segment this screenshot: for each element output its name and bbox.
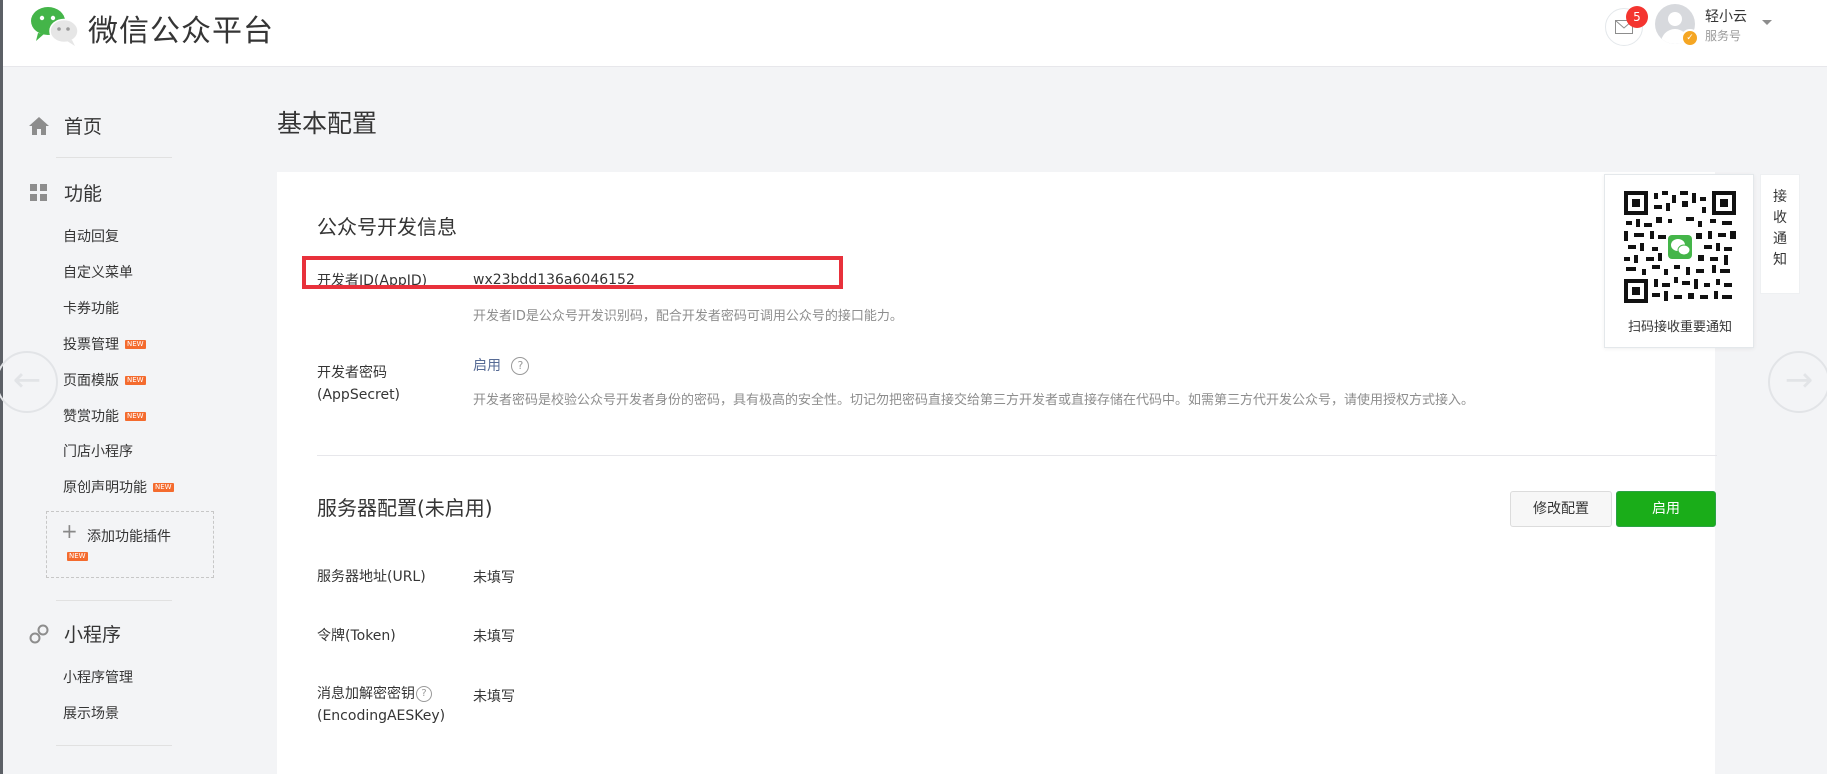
sidebar-item-cards[interactable]: 卡券功能 bbox=[63, 298, 119, 318]
sidebar-divider bbox=[56, 157, 172, 158]
unread-count-badge: 5 bbox=[1626, 6, 1648, 28]
enable-server-button[interactable]: 启用 bbox=[1616, 491, 1716, 527]
sidebar-section-label: 小程序 bbox=[64, 624, 122, 646]
notice-tab-char: 接 bbox=[1773, 189, 1787, 205]
sidebar-divider bbox=[56, 600, 172, 601]
sidebar-item-page-template[interactable]: 页面模版 NEW bbox=[63, 370, 146, 390]
sidebar-item-label: 卡券功能 bbox=[63, 301, 119, 317]
sidebar-item-label: 赞赏功能 bbox=[63, 409, 119, 425]
receive-notice-tab[interactable]: 接 收 通 知 bbox=[1760, 174, 1800, 294]
section-divider bbox=[317, 455, 1717, 456]
aes-key-value: 未填写 bbox=[473, 689, 515, 705]
sidebar-item-label: 页面模版 bbox=[63, 373, 119, 389]
sidebar-section-function: 功能 bbox=[28, 179, 102, 206]
sidebar-section-label: 功能 bbox=[64, 183, 103, 205]
notice-tab-char: 通 bbox=[1773, 231, 1787, 247]
grid-icon bbox=[30, 183, 47, 201]
sidebar-item-display-scenes[interactable]: 展示场景 bbox=[63, 703, 119, 723]
qr-code-icon bbox=[1624, 191, 1736, 303]
server-url-label: 服务器地址(URL) bbox=[317, 569, 426, 585]
appid-hint: 开发者ID是公众号开发识别码，配合开发者密码可调用公众号的接口能力。 bbox=[473, 309, 903, 324]
aes-key-label-line1: 消息加解密密钥 bbox=[317, 686, 415, 702]
add-plugin-label: 添加功能插件 bbox=[87, 529, 171, 545]
help-icon[interactable]: ? bbox=[511, 357, 530, 375]
qr-caption: 扫码接收重要通知 bbox=[1627, 320, 1732, 335]
avatar-head-shape bbox=[1668, 12, 1682, 26]
sidebar-item-mini-program-manage[interactable]: 小程序管理 bbox=[63, 667, 133, 687]
sidebar-item-label: 展示场景 bbox=[63, 706, 119, 722]
notice-tab-char: 知 bbox=[1773, 252, 1787, 268]
account-type: 服务号 bbox=[1705, 29, 1742, 43]
sidebar-item-label: 首页 bbox=[64, 116, 103, 138]
new-badge: NEW bbox=[153, 482, 174, 492]
token-value: 未填写 bbox=[473, 629, 515, 645]
appsecret-actions: 启用 ? bbox=[473, 355, 530, 375]
top-header: 微信公众平台 5 ✓ 轻小云 服务号 bbox=[0, 0, 1827, 67]
sidebar-item-label: 自动回复 bbox=[63, 229, 119, 245]
previous-arrow-icon[interactable]: ← bbox=[0, 351, 58, 413]
help-icon[interactable]: ? bbox=[416, 686, 432, 702]
sidebar-item-original-claim[interactable]: 原创声明功能 NEW bbox=[63, 477, 174, 497]
verified-icon: ✓ bbox=[1681, 29, 1699, 47]
site-title[interactable]: 微信公众平台 bbox=[88, 6, 274, 50]
sidebar-item-store-miniprogram[interactable]: 门店小程序 bbox=[63, 441, 133, 461]
qr-notice-panel: 扫码接收重要通知 bbox=[1604, 174, 1754, 348]
plus-icon: + bbox=[61, 519, 78, 543]
sidebar-item-label: 小程序管理 bbox=[63, 670, 133, 686]
chevron-down-icon[interactable] bbox=[1762, 20, 1772, 25]
mini-program-icon bbox=[29, 624, 49, 643]
appsecret-label-line2: (AppSecret) bbox=[317, 387, 401, 403]
sidebar-item-label: 原创声明功能 bbox=[63, 480, 147, 496]
add-plugin-button[interactable]: + 添加功能插件 NEW bbox=[46, 511, 214, 578]
sidebar-item-label: 自定义菜单 bbox=[63, 265, 133, 281]
new-badge: NEW bbox=[125, 375, 146, 385]
dev-info-title: 公众号开发信息 bbox=[317, 215, 457, 239]
sidebar-item-label: 门店小程序 bbox=[63, 444, 133, 460]
sidebar-item-auto-reply[interactable]: 自动回复 bbox=[63, 226, 119, 246]
appsecret-hint: 开发者密码是校验公众号开发者身份的密码，具有极高的安全性。切记勿把密码直接交给第… bbox=[473, 393, 1475, 408]
sidebar-item-custom-menu[interactable]: 自定义菜单 bbox=[63, 262, 133, 282]
aes-key-label: 消息加解密密钥? (EncodingAESKey) bbox=[317, 683, 445, 727]
server-url-value: 未填写 bbox=[473, 570, 515, 586]
sidebar-item-label: 投票管理 bbox=[63, 337, 119, 353]
modify-config-button[interactable]: 修改配置 bbox=[1510, 491, 1612, 527]
account-name[interactable]: 轻小云 bbox=[1705, 6, 1747, 26]
aes-key-label-line2: (EncodingAESKey) bbox=[317, 708, 446, 724]
new-badge: NEW bbox=[67, 552, 88, 561]
enable-appsecret-link[interactable]: 启用 bbox=[473, 358, 501, 374]
appsecret-label: 开发者密码 (AppSecret) bbox=[317, 362, 400, 406]
wechat-logo-icon[interactable] bbox=[28, 3, 80, 47]
next-arrow-icon[interactable]: → bbox=[1768, 351, 1827, 413]
sidebar-divider bbox=[56, 745, 172, 746]
new-badge: NEW bbox=[125, 339, 146, 349]
sidebar-item-home[interactable]: 首页 bbox=[28, 112, 102, 139]
new-badge: NEW bbox=[125, 411, 146, 421]
sidebar-section-mini-program: 小程序 bbox=[28, 620, 121, 647]
home-icon bbox=[29, 116, 49, 135]
token-label: 令牌(Token) bbox=[317, 628, 396, 644]
appid-highlight-box bbox=[302, 256, 843, 289]
server-config-title: 服务器配置(未启用) bbox=[317, 496, 493, 520]
sidebar-item-vote[interactable]: 投票管理 NEW bbox=[63, 334, 146, 354]
sidebar-item-reward[interactable]: 赞赏功能 NEW bbox=[63, 406, 146, 426]
notice-tab-char: 收 bbox=[1773, 210, 1787, 226]
appsecret-label-line1: 开发者密码 bbox=[317, 365, 387, 381]
page-title: 基本配置 bbox=[277, 109, 378, 138]
